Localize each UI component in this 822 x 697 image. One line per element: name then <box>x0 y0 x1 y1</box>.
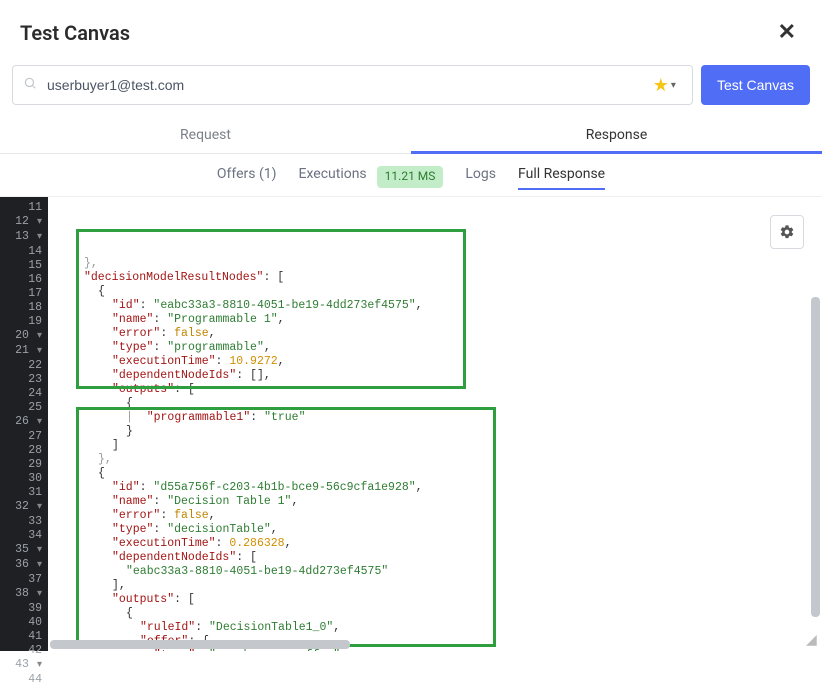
code-line: "dependentNodeIds": [ <box>56 551 822 565</box>
tab-request[interactable]: Request <box>0 115 411 153</box>
gutter-line: 21 ▾ <box>8 344 42 359</box>
gutter-line: 35 ▾ <box>8 543 42 558</box>
star-icon[interactable]: ★ <box>653 75 669 96</box>
gutter-line: 19 <box>8 315 42 329</box>
gutter-line: 30 <box>8 472 42 486</box>
gutter-line: 26 ▾ <box>8 415 42 430</box>
gutter-line: 38 ▾ <box>8 587 42 602</box>
tab-executions[interactable]: Executions <box>299 166 367 188</box>
vertical-scrollbar[interactable] <box>811 297 820 617</box>
gutter-line: 14 <box>8 245 42 259</box>
code-line: } <box>56 425 822 439</box>
tab-response[interactable]: Response <box>411 115 822 153</box>
code-line: "type": "decisionTable", <box>56 523 822 537</box>
code-line: "executionTime": 10.9272, <box>56 355 822 369</box>
gutter-line: 42 <box>8 644 42 658</box>
code-line: "eabc33a3-8810-4051-be19-4dd273ef4575" <box>56 565 822 579</box>
gutter-line: 18 <box>8 301 42 315</box>
sub-tabs: Offers (1) Executions 11.21 MS Logs Full… <box>0 154 822 196</box>
gutter-line: 36 ▾ <box>8 558 42 573</box>
code-line: "name": "Decision Table 1", <box>56 495 822 509</box>
execution-time-badge: 11.21 MS <box>377 166 444 188</box>
code-line: { <box>56 285 822 299</box>
code-line: "name": "Programmable 1", <box>56 313 822 327</box>
code-line: "error": false, <box>56 509 822 523</box>
code-line: }, <box>56 453 822 467</box>
code-line: "error": false, <box>56 327 822 341</box>
tab-logs[interactable]: Logs <box>465 166 496 188</box>
close-icon[interactable]: ✕ <box>772 18 802 47</box>
code-line: "decisionModelResultNodes": [ <box>56 271 822 285</box>
gutter-line: 34 <box>8 529 42 543</box>
gutter-line: 13 ▾ <box>8 230 42 245</box>
code-line: "outputs": [ <box>56 593 822 607</box>
gutter-line: 22 <box>8 359 42 373</box>
code-viewer: 1112 ▾13 ▾14151617181920 ▾21 ▾2223242526… <box>0 196 822 651</box>
search-input[interactable] <box>47 77 653 93</box>
primary-tabs: Request Response <box>0 115 822 154</box>
gutter-line: 27 <box>8 430 42 444</box>
tab-offers[interactable]: Offers (1) <box>217 166 277 188</box>
gutter-line: 31 <box>8 486 42 500</box>
code-line: }, <box>56 257 822 271</box>
gutter-line: 37 <box>8 573 42 587</box>
gutter-line: 23 <box>8 373 42 387</box>
code-line: "type": "programmable", <box>56 341 822 355</box>
code-line: { <box>56 397 822 411</box>
gutter-line: 39 <box>8 602 42 616</box>
gutter-line: 15 <box>8 259 42 273</box>
gutter-line: 29 <box>8 458 42 472</box>
code-line: "executionTime": 0.286328, <box>56 537 822 551</box>
code-line: "ruleId": "DecisionTable1_0", <box>56 621 822 635</box>
gutter-line: 33 <box>8 515 42 529</box>
code-line: { <box>56 607 822 621</box>
gutter-line: 11 <box>8 201 42 215</box>
code-line: "outputs": [ <box>56 383 822 397</box>
code-line: "type": "com.boxever.offer", <box>56 649 822 651</box>
gutter-line: 20 ▾ <box>8 329 42 344</box>
search-wrap: ★ ▾ <box>12 65 693 105</box>
code-line: ] <box>56 439 822 453</box>
code-line: | "programmable1": "true" <box>56 411 822 425</box>
code-line: "dependentNodeIds": [], <box>56 369 822 383</box>
page-title: Test Canvas <box>20 21 130 45</box>
gutter-line: 12 ▾ <box>8 215 42 230</box>
gutter-line: 28 <box>8 444 42 458</box>
gutter-line: 32 ▾ <box>8 500 42 515</box>
horizontal-scrollbar[interactable] <box>50 640 350 649</box>
chevron-down-icon[interactable]: ▾ <box>671 80 676 91</box>
gear-icon[interactable] <box>770 215 804 249</box>
gutter-line: 24 <box>8 387 42 401</box>
gutter-line: 16 <box>8 273 42 287</box>
gutter-line: 41 <box>8 630 42 644</box>
resize-handle[interactable]: ◢ <box>806 635 820 649</box>
tab-full-response[interactable]: Full Response <box>518 166 605 188</box>
gutter-line: 40 <box>8 616 42 630</box>
gutter-line: 17 <box>8 287 42 301</box>
code-line: ], <box>56 579 822 593</box>
code-body[interactable]: },"decisionModelResultNodes": [{"id": "e… <box>48 197 822 651</box>
gutter-line: 44 <box>8 673 42 687</box>
code-line: "id": "d55a756f-c203-4b1b-bce9-56c9cfa1e… <box>56 481 822 495</box>
test-canvas-button[interactable]: Test Canvas <box>701 65 810 105</box>
code-line: { <box>56 467 822 481</box>
gutter-line: 25 <box>8 401 42 415</box>
line-gutter: 1112 ▾13 ▾14151617181920 ▾21 ▾2223242526… <box>0 197 48 651</box>
gutter-line: 43 ▾ <box>8 658 42 673</box>
search-icon <box>23 76 37 94</box>
code-line: "id": "eabc33a3-8810-4051-be19-4dd273ef4… <box>56 299 822 313</box>
